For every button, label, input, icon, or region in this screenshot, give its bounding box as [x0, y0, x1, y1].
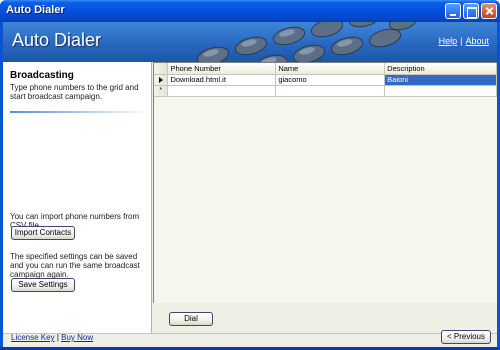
- new-name-cell[interactable]: [275, 85, 386, 97]
- new-row[interactable]: *: [154, 85, 497, 97]
- left-panel: Broadcasting Type phone numbers to the g…: [3, 62, 152, 333]
- header-link-separator: |: [460, 36, 463, 46]
- column-header-phone-number[interactable]: Phone Number: [167, 63, 277, 75]
- column-header-description[interactable]: Description: [384, 63, 497, 75]
- save-settings-button[interactable]: Save Settings: [11, 278, 75, 292]
- import-contacts-button[interactable]: Import Contacts: [11, 226, 75, 240]
- panel-description: Type phone numbers to the grid and start…: [10, 83, 139, 101]
- grid-header-row: Phone Number Name Description: [154, 63, 497, 75]
- buy-now-link[interactable]: Buy Now: [61, 333, 93, 342]
- previous-button[interactable]: < Previous: [441, 330, 491, 344]
- license-key-link[interactable]: License Key: [11, 333, 55, 342]
- close-icon[interactable]: [481, 3, 497, 19]
- grid-corner-cell: [154, 63, 169, 75]
- description-cell[interactable]: Baioni: [384, 74, 497, 86]
- phone-number-cell[interactable]: Download.html.it: [167, 74, 277, 86]
- about-link[interactable]: About: [465, 36, 489, 46]
- phone-grid-table: Phone Number Name Description Download.h…: [154, 63, 497, 97]
- header-banner: Auto Dialer Help | About: [3, 22, 497, 62]
- table-row[interactable]: Download.html.it giacomo Baioni: [154, 74, 497, 86]
- footer-links: License Key | Buy Now: [11, 333, 93, 342]
- new-row-marker: *: [154, 85, 169, 97]
- client-area: Auto Dialer Help | About Broadcasting Type…: [3, 22, 497, 347]
- save-hint-text: The specified settings can be saved and …: [10, 252, 140, 279]
- current-row-arrow-icon: [158, 76, 163, 83]
- name-cell[interactable]: giacomo: [275, 74, 386, 86]
- footer-bar: License Key | Buy Now < Previous: [3, 330, 497, 347]
- minimize-icon[interactable]: [445, 3, 461, 19]
- dial-button[interactable]: Dial: [169, 312, 213, 326]
- phone-grid[interactable]: Phone Number Name Description Download.h…: [153, 62, 497, 303]
- header-links: Help | About: [439, 36, 489, 46]
- panel-divider: [10, 111, 148, 113]
- app-title: Auto Dialer: [12, 30, 102, 50]
- title-bar[interactable]: Auto Dialer: [0, 0, 500, 22]
- help-link[interactable]: Help: [439, 36, 458, 46]
- phone-keypad-icon: [196, 22, 418, 62]
- column-header-name[interactable]: Name: [275, 63, 386, 75]
- footer-link-separator: |: [56, 333, 59, 342]
- app-window: Auto Dialer Auto Dialer Help | About Bro…: [0, 0, 500, 350]
- grid-actions-bar: Dial: [153, 303, 497, 333]
- new-phone-number-cell[interactable]: [167, 85, 277, 97]
- maximize-icon[interactable]: [463, 3, 479, 19]
- window-title: Auto Dialer: [6, 4, 65, 16]
- row-selector[interactable]: [154, 74, 169, 86]
- panel-title: Broadcasting: [10, 70, 74, 81]
- new-description-cell[interactable]: [384, 85, 497, 97]
